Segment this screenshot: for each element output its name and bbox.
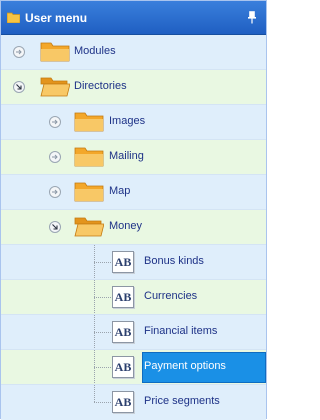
menu-tree: Modules Directories Images Mailing Map M… xyxy=(1,35,266,420)
expand-icon[interactable] xyxy=(49,151,61,163)
tree-item-label: Currencies xyxy=(144,290,198,302)
ab-table-icon: AB xyxy=(112,356,134,378)
pin-icon[interactable] xyxy=(247,11,257,24)
folder-icon xyxy=(74,112,104,132)
tree-item-money[interactable]: Money xyxy=(1,210,266,245)
tree-item-label: Images xyxy=(109,115,146,127)
folder-icon xyxy=(7,12,20,23)
tree-item-label: Mailing xyxy=(109,150,144,162)
ab-table-icon: AB xyxy=(112,286,134,308)
folder-icon xyxy=(74,182,104,202)
tree-item-price-segments[interactable]: AB Price segments xyxy=(1,385,266,420)
tree-item-label: Directories xyxy=(74,80,127,92)
tree-item-modules[interactable]: Modules xyxy=(1,35,266,70)
tree-item-mailing[interactable]: Mailing xyxy=(1,140,266,175)
ab-table-icon: AB xyxy=(112,251,134,273)
tree-item-map[interactable]: Map xyxy=(1,175,266,210)
tree-item-label: Map xyxy=(109,185,131,197)
collapse-icon[interactable] xyxy=(49,221,61,233)
tree-item-bonus-kinds[interactable]: AB Bonus kinds xyxy=(1,245,266,280)
ab-table-icon: AB xyxy=(112,321,134,343)
folder-icon xyxy=(40,42,70,62)
tree-item-label: Money xyxy=(109,220,143,232)
open-folder-icon xyxy=(40,77,70,97)
open-folder-icon xyxy=(74,217,104,237)
collapse-icon[interactable] xyxy=(13,81,25,93)
tree-item-payment-options[interactable]: AB Payment options xyxy=(1,350,266,385)
tree-item-label: Price segments xyxy=(144,395,220,407)
tree-item-images[interactable]: Images xyxy=(1,105,266,140)
expand-icon[interactable] xyxy=(13,46,25,58)
tree-item-directories[interactable]: Directories xyxy=(1,70,266,105)
panel-title: User menu xyxy=(25,11,88,25)
user-menu-panel: User menu Modules Directories Images Mai… xyxy=(0,0,267,420)
tree-item-label: Financial items xyxy=(144,325,218,337)
ab-table-icon: AB xyxy=(112,391,134,413)
tree-item-currencies[interactable]: AB Currencies xyxy=(1,280,266,315)
folder-icon xyxy=(74,147,104,167)
panel-header: User menu xyxy=(1,1,266,35)
tree-item-label: Modules xyxy=(74,45,116,57)
tree-item-financial-items[interactable]: AB Financial items xyxy=(1,315,266,350)
tree-item-label: Bonus kinds xyxy=(144,255,204,267)
tree-item-label: Payment options xyxy=(144,360,226,372)
expand-icon[interactable] xyxy=(49,186,61,198)
expand-icon[interactable] xyxy=(49,116,61,128)
